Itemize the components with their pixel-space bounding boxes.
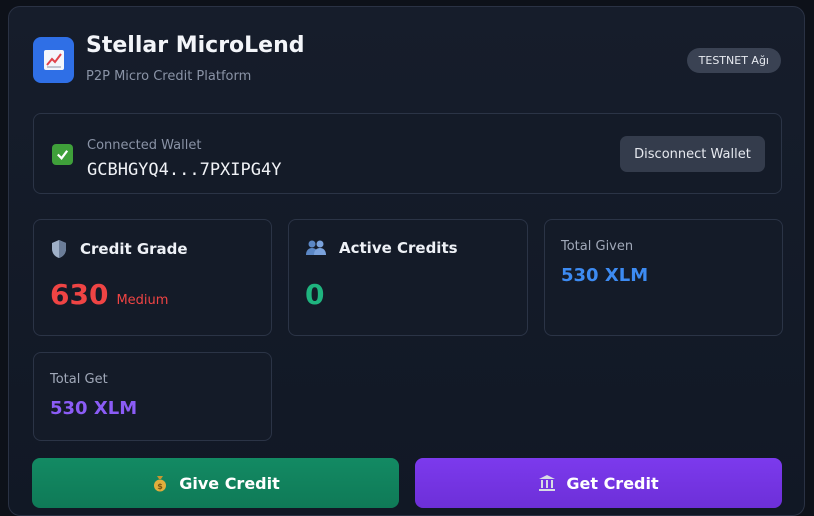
app-title: Stellar MicroLend [86,33,305,58]
wallet-panel: Connected Wallet GCBHGYQ4...7PXIPG4Y Dis… [33,113,782,194]
give-credit-button[interactable]: $ Give Credit [32,458,399,508]
money-bag-icon: $ [151,474,169,492]
get-credit-label: Get Credit [566,473,659,493]
credit-grade-label: Credit Grade [80,240,188,258]
disconnect-wallet-button[interactable]: Disconnect Wallet [620,136,765,172]
app-subtitle: P2P Micro Credit Platform [86,69,252,84]
wallet-label: Connected Wallet [87,138,202,153]
app-logo [33,37,74,83]
bank-icon [538,474,556,492]
users-icon [305,239,327,257]
check-icon [52,144,73,165]
total-given-value: 530 XLM [561,265,649,286]
shield-icon [50,239,68,259]
active-credits-label: Active Credits [339,239,458,257]
total-given-label: Total Given [561,239,634,254]
active-credits-value: 0 [305,278,325,311]
main-panel: Stellar MicroLend P2P Micro Credit Platf… [8,6,805,516]
get-credit-button[interactable]: Get Credit [415,458,782,508]
svg-text:$: $ [157,482,163,491]
total-get-label: Total Get [50,372,108,387]
give-credit-label: Give Credit [179,473,280,493]
total-get-value: 530 XLM [50,398,138,419]
wallet-address: GCBHGYQ4...7PXIPG4Y [87,160,282,180]
total-given-card: Total Given 530 XLM [544,219,783,336]
credit-grade-value: 630 [50,278,109,311]
active-credits-card: Active Credits 0 [288,219,528,336]
chart-up-icon [42,48,66,72]
total-get-card: Total Get 530 XLM [33,352,272,441]
credit-grade-rating: Medium [116,293,169,308]
network-badge: TESTNET Ağı [686,48,781,73]
credit-grade-card: Credit Grade 630 Medium [33,219,272,336]
